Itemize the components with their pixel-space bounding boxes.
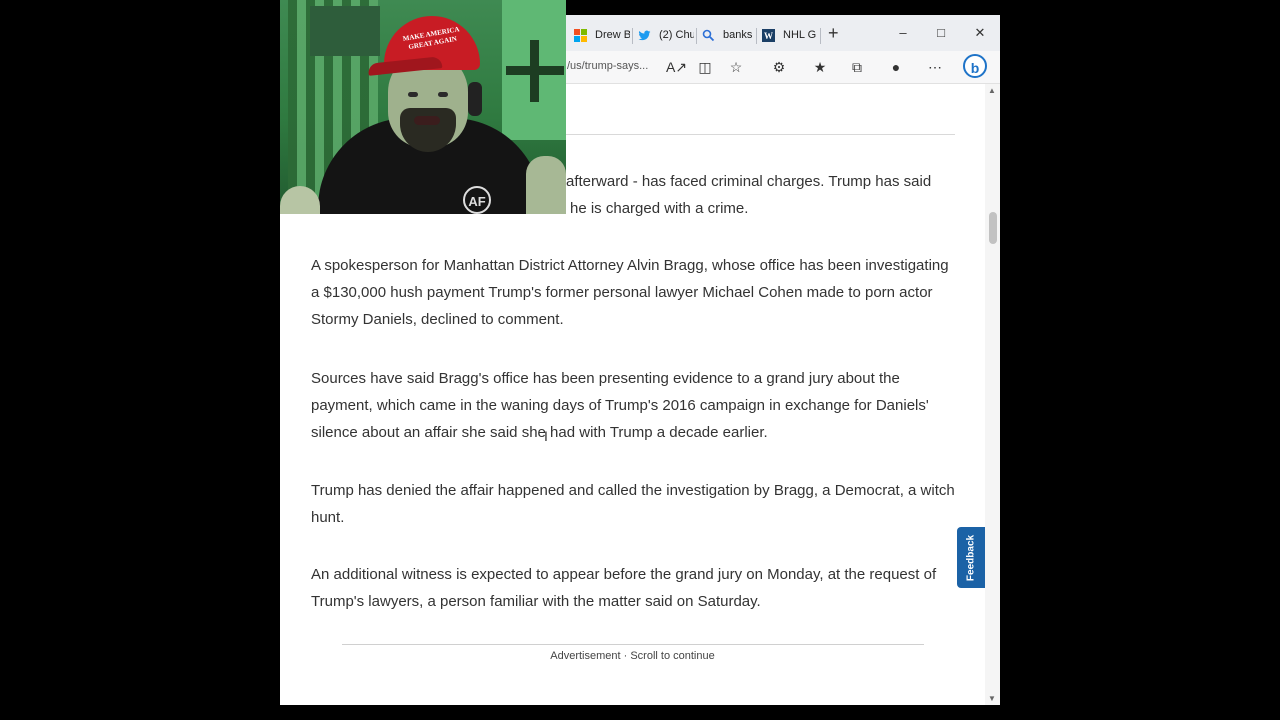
- minimize-button[interactable]: –: [892, 23, 914, 43]
- article-paragraph: he is charged with a crime.: [570, 200, 749, 217]
- headset-icon: [468, 82, 482, 116]
- more-menu-icon[interactable]: ⋯: [925, 57, 945, 77]
- maximize-button[interactable]: □: [930, 23, 952, 43]
- scrollbar[interactable]: ▲ ▼: [985, 84, 1000, 705]
- tab-separator: [820, 28, 821, 44]
- collections-icon[interactable]: ⧉: [847, 57, 867, 77]
- svg-text:W: W: [764, 31, 773, 41]
- profile-icon[interactable]: ●: [886, 57, 906, 77]
- search-icon: [702, 29, 715, 42]
- ad-divider: [342, 644, 924, 645]
- scroll-down-icon[interactable]: ▼: [988, 694, 996, 703]
- close-button[interactable]: ✕: [969, 23, 991, 43]
- tab-label: banks: [723, 29, 753, 41]
- article-paragraph: A spokesperson for Manhattan District At…: [311, 257, 949, 328]
- wp-icon: W: [762, 28, 775, 42]
- tab-nhl[interactable]: W NHL G: [762, 22, 818, 48]
- person-eye: [438, 92, 448, 97]
- article-paragraph: Sources have said Bragg's office has bee…: [311, 370, 929, 441]
- read-aloud-icon[interactable]: A↗: [666, 57, 687, 77]
- tab-separator: [696, 28, 697, 44]
- scroll-up-icon[interactable]: ▲: [988, 86, 996, 95]
- tab-drew[interactable]: Drew B: [574, 22, 630, 48]
- extensions-icon[interactable]: ⚙: [769, 57, 789, 77]
- tab-banks[interactable]: banks: [702, 22, 754, 48]
- url-field[interactable]: /us/trump-says...: [567, 60, 648, 72]
- tab-label: (2) Chu: [659, 29, 694, 41]
- article-paragraph: An additional witness is expected to app…: [311, 566, 937, 610]
- feedback-button[interactable]: Feedback: [957, 527, 985, 588]
- text-cursor-icon: I: [544, 428, 548, 444]
- advertisement-label: Advertisement · Scroll to continue: [550, 650, 715, 662]
- twitter-icon: [638, 29, 651, 42]
- person-mouth: [414, 116, 440, 125]
- bing-icon[interactable]: b: [963, 54, 987, 78]
- microsoft-icon: [574, 28, 587, 42]
- person-eye: [408, 92, 418, 97]
- tab-label: NHL G: [783, 29, 817, 41]
- flag-canton: [310, 6, 380, 56]
- scrollbar-thumb[interactable]: [989, 212, 997, 244]
- webcam-overlay: MAKE AMERICA GREAT AGAIN AF: [280, 0, 566, 214]
- favorites-icon[interactable]: ★: [810, 57, 830, 77]
- article-paragraph: Trump has denied the affair happened and…: [311, 482, 955, 526]
- article-paragraph: afterward - has faced criminal charges. …: [566, 173, 932, 190]
- reader-view-icon[interactable]: ◫: [695, 57, 715, 77]
- tab-label: Drew B: [595, 29, 630, 41]
- person-hand: [526, 156, 566, 214]
- tab-separator: [756, 28, 757, 44]
- favorite-add-icon[interactable]: ☆: [726, 57, 746, 77]
- tab-separator: [632, 28, 633, 44]
- shirt-logo: AF: [463, 186, 491, 214]
- tab-twitter[interactable]: (2) Chu: [638, 22, 694, 48]
- new-tab-button[interactable]: +: [828, 23, 839, 43]
- feedback-label: Feedback: [965, 534, 977, 581]
- cross-icon: [506, 66, 564, 75]
